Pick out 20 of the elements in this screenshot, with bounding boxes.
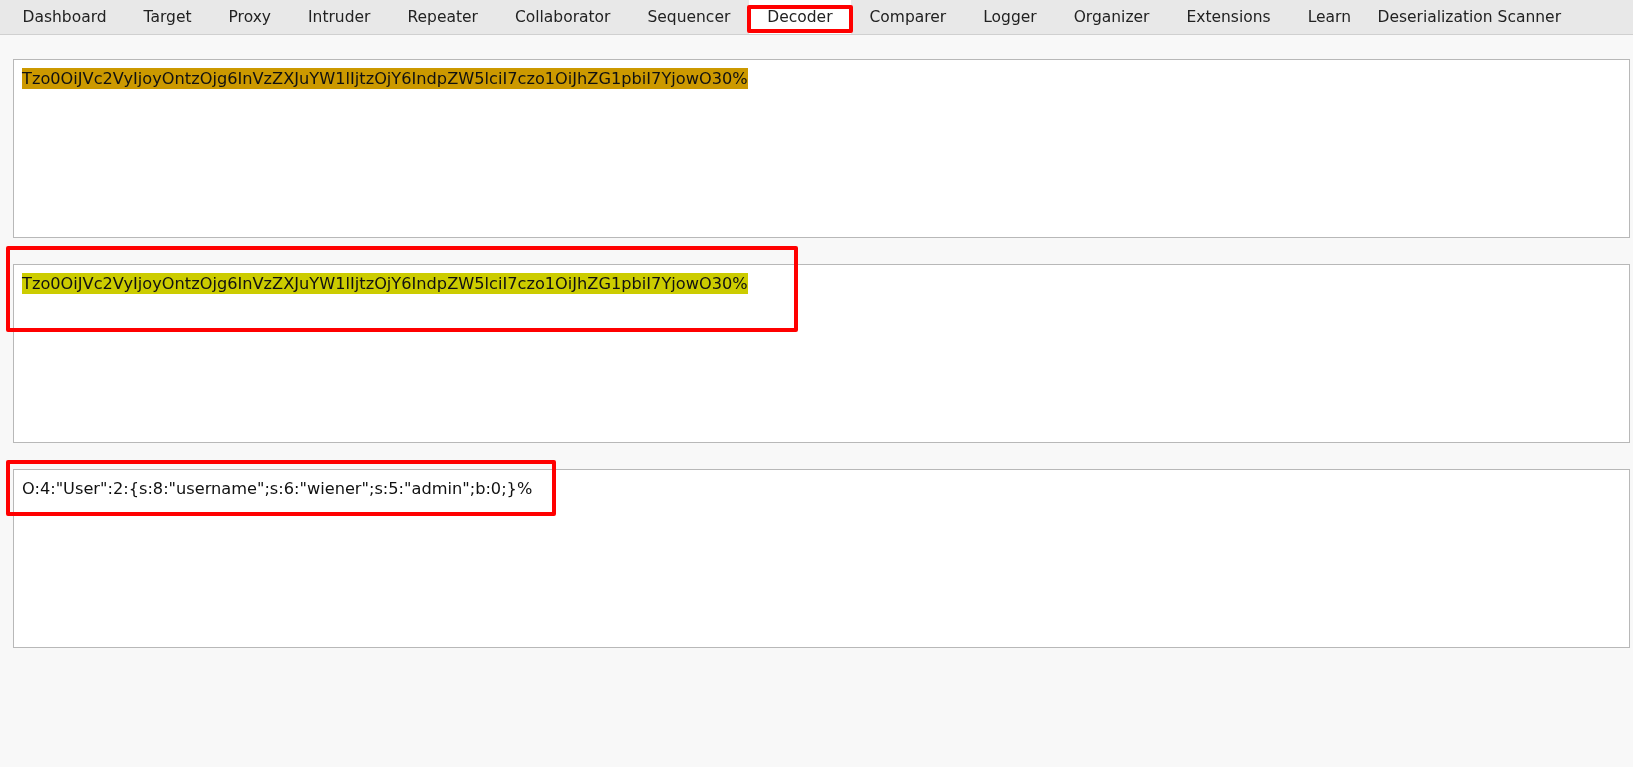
text-area[interactable]: Tzo0OiJVc2VyIjoyOntzOjg6InVzZXJuYW1lIjtzOjY6IndpZW5lciI7czo1OiJhZG1pbiI7YjowO30%: [13, 59, 1630, 238]
tab[interactable]: Dashboard: [4, 0, 126, 34]
tab[interactable]: Sequencer: [628, 0, 749, 34]
tab[interactable]: Extensions: [1167, 0, 1290, 34]
text-area[interactable]: Tzo0OiJVc2VyIjoyOntzOjg6InVzZXJuYW1lIjtzOjY6IndpZW5lciI7czo1OiJhZG1pbiI7YjowO30%: [13, 264, 1630, 443]
tab[interactable]: Learn: [1289, 0, 1370, 34]
tab[interactable]: Comparer: [851, 0, 965, 34]
tab[interactable]: Proxy: [210, 0, 290, 34]
tab[interactable]: Collaborator: [496, 0, 629, 34]
text-content: Tzo0OiJVc2VyIjoyOntzOjg6InVzZXJuYW1lIjtzOjY6IndpZW5lciI7czo1OiJhZG1pbiI7YjowO30%: [22, 273, 748, 294]
tab[interactable]: Organizer: [1055, 0, 1168, 34]
text-content: O:4:"User":2:{s:8:"username";s:6:"wiener";s:5:"admin";b:0;}%: [22, 478, 533, 499]
tab[interactable]: Repeater: [388, 0, 497, 34]
tab[interactable]: Logger: [964, 0, 1056, 34]
tab[interactable]: Decoder: [748, 0, 852, 34]
tab[interactable]: Target: [125, 0, 211, 34]
text-area[interactable]: O:4:"User":2:{s:8:"username";s:6:"wiener";s:5:"admin";b:0;}%: [13, 469, 1630, 648]
text-content: Tzo0OiJVc2VyIjoyOntzOjg6InVzZXJuYW1lIjtzOjY6IndpZW5lciI7czo1OiJhZG1pbiI7YjowO30%: [22, 68, 748, 89]
tab[interactable]: Intruder: [289, 0, 389, 34]
tab[interactable]: Deserialization Scanner: [1369, 0, 1569, 34]
